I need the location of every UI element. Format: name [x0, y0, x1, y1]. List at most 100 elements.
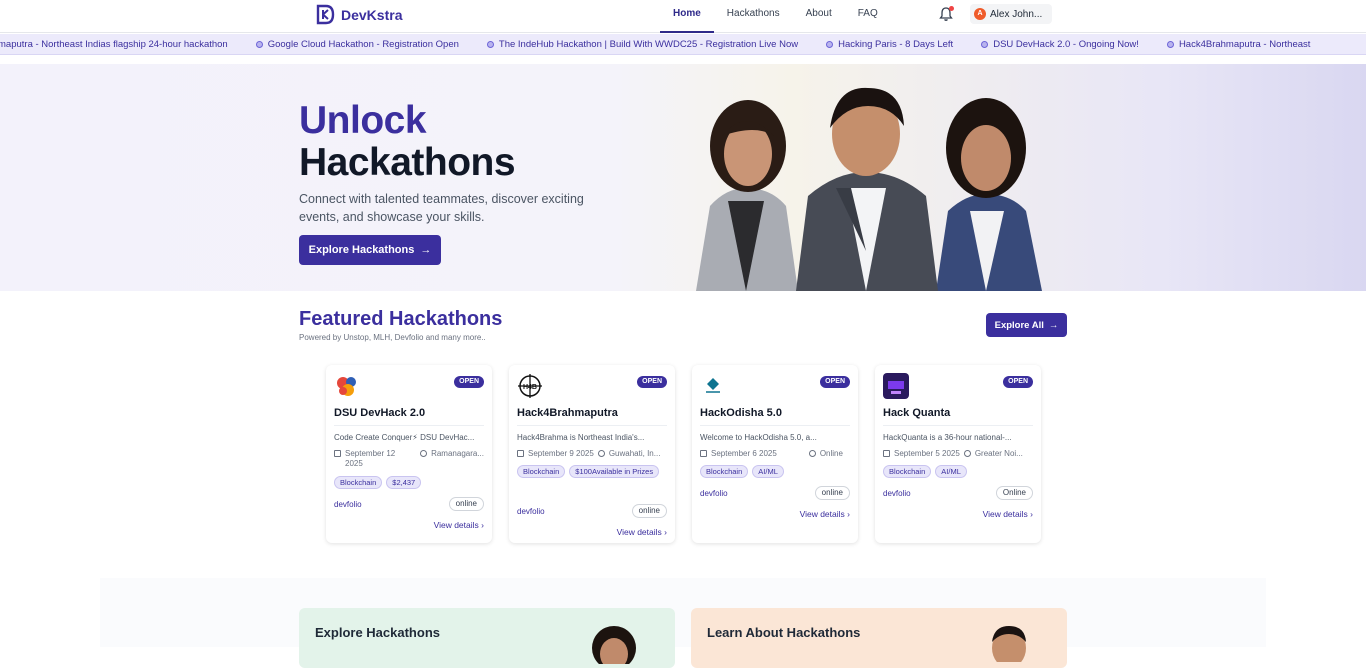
hack-quanta-logo-icon — [883, 373, 909, 399]
card-description: Hack4Brahma is Northeast India's... — [517, 433, 645, 442]
source-label: devfolio — [700, 489, 728, 498]
hackathon-card[interactable]: OPEN Hack Quanta HackQuanta is a 36-hour… — [875, 365, 1041, 543]
tag: $100Available in Prizes — [569, 465, 660, 478]
tag: $2,437 — [386, 476, 422, 489]
card-date: September 12 2025 — [345, 449, 396, 468]
view-details-link[interactable]: View details › — [617, 527, 667, 537]
nav-faq[interactable]: FAQ — [845, 0, 891, 33]
featured-title: Featured Hackathons — [299, 308, 503, 330]
hackodisha-logo-icon — [700, 373, 726, 399]
dsu-devhack-logo-icon — [334, 373, 360, 399]
card-location: Guwahati, In... — [608, 449, 661, 458]
card-meta: September 6 2025 Online — [700, 449, 850, 458]
nav-hackathons[interactable]: Hackathons — [714, 0, 793, 33]
nav-home[interactable]: Home — [660, 0, 714, 33]
button-label: Explore All — [994, 319, 1044, 331]
featured-subtitle: Powered by Unstop, MLH, Devfolio and man… — [299, 333, 486, 342]
tag-list: Blockchain $2,437 — [334, 476, 484, 489]
hackathon-card[interactable]: H4B OPEN Hack4Brahmaputra Hack4Brahma is… — [509, 365, 675, 543]
divider — [517, 425, 667, 426]
tag: Blockchain — [517, 465, 566, 478]
status-badge: OPEN — [820, 376, 850, 388]
panel-title: Explore Hackathons — [315, 625, 440, 640]
tag-list: Blockchain $100Available in Prizes — [517, 465, 667, 478]
card-meta: September 5 2025 Greater Noi... — [883, 449, 1033, 458]
ticker-track: maputra - Northeast Indias flagship 24-h… — [0, 34, 1338, 54]
button-label: Explore Hackathons — [308, 244, 415, 256]
top-navbar: DevKstra Home Hackathons About FAQ A Ale… — [0, 0, 1366, 33]
source-label: devfolio — [334, 500, 362, 509]
notification-dot — [949, 6, 954, 11]
ticker-item[interactable]: Hacking Paris - 8 Days Left — [826, 39, 953, 50]
card-date: September 5 2025 — [894, 449, 960, 458]
dot-icon — [826, 41, 834, 48]
panel-person-image — [992, 626, 1026, 662]
calendar-icon — [700, 450, 707, 457]
tag: Blockchain — [883, 465, 932, 478]
tag-list: Blockchain AI/ML — [883, 465, 1033, 478]
source-label: devfolio — [883, 489, 911, 498]
divider — [334, 425, 484, 426]
svg-text:H4B: H4B — [523, 384, 537, 391]
card-date: September 9 2025 — [528, 449, 594, 458]
hero-title-line1: Unlock — [299, 99, 427, 142]
mode-badge: Online — [995, 486, 1033, 500]
tag: Blockchain — [334, 476, 383, 489]
avatar: A — [974, 8, 986, 20]
calendar-icon — [517, 450, 524, 457]
mode-badge: online — [448, 497, 484, 511]
hero-subtitle: Connect with talented teammates, discove… — [299, 192, 584, 224]
status-badge: OPEN — [637, 376, 667, 388]
location-icon — [597, 450, 605, 457]
bottom-section-bg — [100, 578, 1266, 647]
dot-icon — [1166, 41, 1174, 48]
explore-all-button[interactable]: Explore All → — [986, 313, 1067, 337]
arrow-right-icon: → — [1048, 319, 1059, 331]
chevron-right-icon: › — [481, 520, 484, 530]
card-location: Online — [819, 449, 843, 458]
location-icon — [420, 450, 428, 457]
card-location: Greater Noi... — [974, 449, 1023, 458]
card-title: Hack Quanta — [883, 407, 951, 419]
ticker-item[interactable]: The IndeHub Hackathon | Build With WWDC2… — [486, 39, 798, 50]
ticker-item[interactable]: DSU DevHack 2.0 - Ongoing Now! — [981, 39, 1139, 50]
card-location: Ramanagara... — [431, 449, 484, 458]
hackathon-card[interactable]: OPEN DSU DevHack 2.0 Code Create Conquer… — [326, 365, 492, 543]
hackathon-card[interactable]: OPEN HackOdisha 5.0 Welcome to HackOdish… — [692, 365, 858, 543]
tag: AI/ML — [752, 465, 784, 478]
card-meta: September 12 2025 Ramanagara... — [334, 449, 484, 469]
brand-logo[interactable]: DevKstra — [316, 4, 402, 25]
devkstra-logo-icon — [316, 4, 335, 25]
hero-people-image — [696, 87, 1042, 291]
nav-about[interactable]: About — [793, 0, 845, 33]
mode-badge: online — [814, 486, 850, 500]
card-title: HackOdisha 5.0 — [700, 407, 782, 419]
explore-hackathons-button[interactable]: Explore Hackathons → — [299, 235, 441, 265]
panel-person-image — [592, 626, 636, 664]
card-description: Code Create Conquer⚡ DSU DevHac... — [334, 433, 475, 442]
hero-title-line2: Hackathons — [299, 141, 516, 184]
view-details-link[interactable]: View details › — [800, 509, 850, 519]
user-name: Alex John... — [990, 8, 1043, 20]
user-menu[interactable]: A Alex John... — [970, 4, 1053, 24]
view-details-link[interactable]: View details › — [434, 520, 484, 530]
tag: AI/ML — [935, 465, 967, 478]
hack4brahmaputra-logo-icon: H4B — [517, 373, 543, 399]
explore-hackathons-panel[interactable]: Explore Hackathons — [299, 608, 675, 668]
card-date: September 6 2025 — [711, 449, 777, 458]
dot-icon — [486, 41, 494, 48]
view-details-link[interactable]: View details › — [983, 509, 1033, 519]
divider — [700, 425, 850, 426]
dot-icon — [255, 41, 263, 48]
learn-hackathons-panel[interactable]: Learn About Hackathons — [691, 608, 1067, 668]
chevron-right-icon: › — [847, 509, 850, 519]
announcement-ticker: maputra - Northeast Indias flagship 24-h… — [0, 34, 1366, 55]
divider — [883, 425, 1033, 426]
location-icon — [808, 450, 816, 457]
ticker-item[interactable]: Hack4Brahmaputra - Northeast — [1166, 39, 1310, 50]
ticker-item[interactable]: Google Cloud Hackathon - Registration Op… — [255, 39, 459, 50]
nav-links: Home Hackathons About FAQ — [660, 0, 891, 33]
dot-icon — [981, 41, 989, 48]
card-description: Welcome to HackOdisha 5.0, a... — [700, 433, 817, 442]
ticker-item[interactable]: maputra - Northeast Indias flagship 24-h… — [0, 39, 228, 50]
